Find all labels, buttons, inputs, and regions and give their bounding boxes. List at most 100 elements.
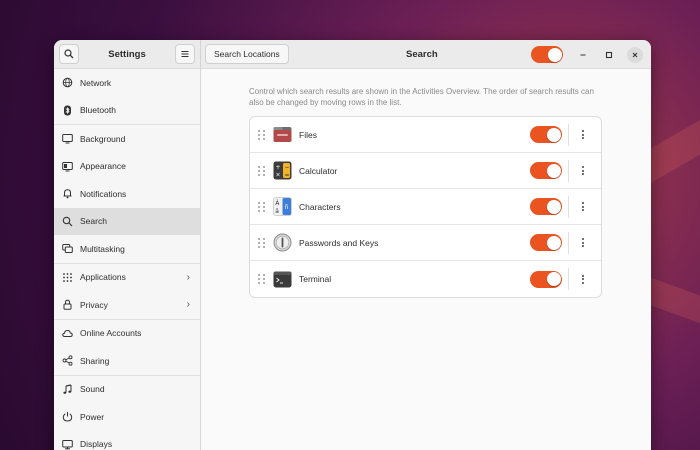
close-button[interactable] (627, 46, 643, 63)
sidebar-item-power[interactable]: Power (54, 403, 200, 431)
terminal-toggle[interactable] (530, 270, 562, 288)
sidebar-item-label: Applications (80, 272, 126, 283)
more-options-icon[interactable] (579, 274, 587, 284)
row-separator (568, 123, 569, 146)
sidebar-item-privacy[interactable]: Privacy › (54, 291, 200, 319)
list-item-terminal[interactable]: Terminal (250, 261, 601, 297)
search-providers-list: Files + × − = Calculator À ä ñ Character… (249, 116, 602, 298)
provider-label: Passwords and Keys (299, 237, 379, 248)
sidebar-item-online-accounts[interactable]: Online Accounts (54, 320, 200, 348)
sidebar-item-label: Power (80, 411, 105, 422)
search-panel: Control which search results are shown i… (201, 69, 651, 450)
content-header: Search Locations Search (201, 40, 651, 68)
hamburger-icon (181, 50, 189, 58)
page-title: Search (406, 49, 438, 60)
lock-icon (62, 299, 73, 311)
sidebar-item-bluetooth[interactable]: Bluetooth (54, 97, 200, 125)
sidebar-item-label: Sharing (80, 355, 110, 366)
drag-handle-icon[interactable] (258, 129, 267, 140)
list-item-calculator[interactable]: + × − = Calculator (250, 153, 601, 189)
sidebar-item-displays[interactable]: Displays (54, 431, 200, 450)
search-description: Control which search results are shown i… (249, 87, 594, 107)
header-bar: Settings Search Locations Search (54, 40, 651, 69)
row-separator (568, 195, 569, 218)
sidebar: Network Bluetooth Background Appearance … (54, 69, 201, 450)
sidebar-item-label: Bluetooth (80, 105, 116, 116)
minimize-button[interactable] (575, 47, 591, 63)
list-item-passwords-and-keys[interactable]: Passwords and Keys (250, 225, 601, 261)
window-controls (575, 40, 643, 69)
network-icon (62, 77, 73, 88)
characters-icon: Àäñ (273, 197, 292, 216)
maximize-icon (605, 51, 613, 58)
display-icon (62, 439, 73, 450)
svg-text:+: + (276, 164, 281, 171)
multitasking-icon (62, 243, 73, 254)
sidebar-item-label: Online Accounts (80, 328, 142, 339)
power-icon (62, 411, 73, 422)
sidebar-item-label: Background (80, 133, 126, 144)
files-toggle[interactable] (530, 126, 562, 143)
maximize-button[interactable] (601, 47, 617, 63)
appearance-icon (62, 161, 73, 172)
provider-label: Files (299, 129, 317, 140)
sidebar-item-label: Appearance (80, 161, 126, 172)
chevron-right-icon: › (186, 271, 190, 283)
row-separator (568, 268, 569, 290)
terminal-icon (273, 270, 292, 289)
sidebar-item-label: Privacy (80, 299, 108, 310)
sidebar-item-search[interactable]: Search (54, 207, 200, 235)
drag-handle-icon[interactable] (258, 237, 267, 248)
provider-label: Calculator (299, 165, 338, 176)
sidebar-item-multitasking[interactable]: Multitasking (54, 235, 200, 263)
provider-label: Terminal (299, 274, 332, 284)
sidebar-title: Settings (108, 48, 146, 60)
calculator-toggle[interactable] (530, 162, 562, 179)
sidebar-item-sound[interactable]: Sound (54, 376, 200, 404)
more-options-icon[interactable] (579, 166, 587, 175)
background-icon (62, 133, 73, 144)
more-options-icon[interactable] (579, 238, 587, 247)
characters-toggle[interactable] (530, 198, 562, 215)
search-button[interactable] (59, 44, 79, 64)
sidebar-item-applications[interactable]: Applications › (54, 264, 200, 292)
svg-text:=: = (285, 172, 290, 179)
sidebar-item-sharing[interactable]: Sharing (54, 347, 200, 375)
drag-handle-icon[interactable] (258, 274, 267, 284)
keys-icon (273, 233, 292, 252)
sidebar-item-label: Search (80, 216, 107, 227)
sidebar-item-label: Notifications (80, 188, 127, 199)
svg-text:ñ: ñ (285, 204, 289, 211)
sidebar-item-label: Network (80, 77, 112, 88)
close-icon (632, 52, 638, 57)
files-icon (273, 125, 292, 144)
sidebar-item-notifications[interactable]: Notifications (54, 180, 200, 208)
svg-text:ä: ä (275, 208, 279, 215)
menu-button[interactable] (174, 44, 195, 64)
more-options-icon[interactable] (579, 202, 587, 211)
sidebar-item-appearance[interactable]: Appearance (54, 153, 200, 181)
drag-handle-icon[interactable] (258, 201, 267, 212)
sidebar-item-label: Multitasking (80, 243, 125, 254)
chevron-right-icon: › (186, 299, 190, 311)
more-options-icon[interactable] (579, 130, 587, 139)
sidebar-item-label: Sound (80, 384, 105, 395)
search-icon (62, 216, 73, 227)
row-separator (568, 159, 569, 182)
svg-text:×: × (276, 172, 281, 179)
search-enabled-toggle[interactable] (531, 46, 563, 63)
sidebar-item-label: Displays (80, 439, 113, 450)
sidebar-item-background[interactable]: Background (54, 125, 200, 153)
cloud-icon (62, 328, 73, 339)
search-locations-button[interactable]: Search Locations (205, 44, 289, 64)
list-item-files[interactable]: Files (250, 117, 601, 153)
passwords-and-keys-toggle[interactable] (530, 234, 562, 251)
row-separator (568, 231, 569, 254)
sidebar-item-network[interactable]: Network (54, 69, 200, 97)
sidebar-header: Settings (54, 40, 201, 68)
grid-icon (62, 272, 73, 283)
list-item-characters[interactable]: Àäñ Characters (250, 189, 601, 225)
drag-handle-icon[interactable] (258, 165, 267, 176)
bell-icon (62, 188, 73, 199)
svg-text:−: − (285, 164, 290, 171)
